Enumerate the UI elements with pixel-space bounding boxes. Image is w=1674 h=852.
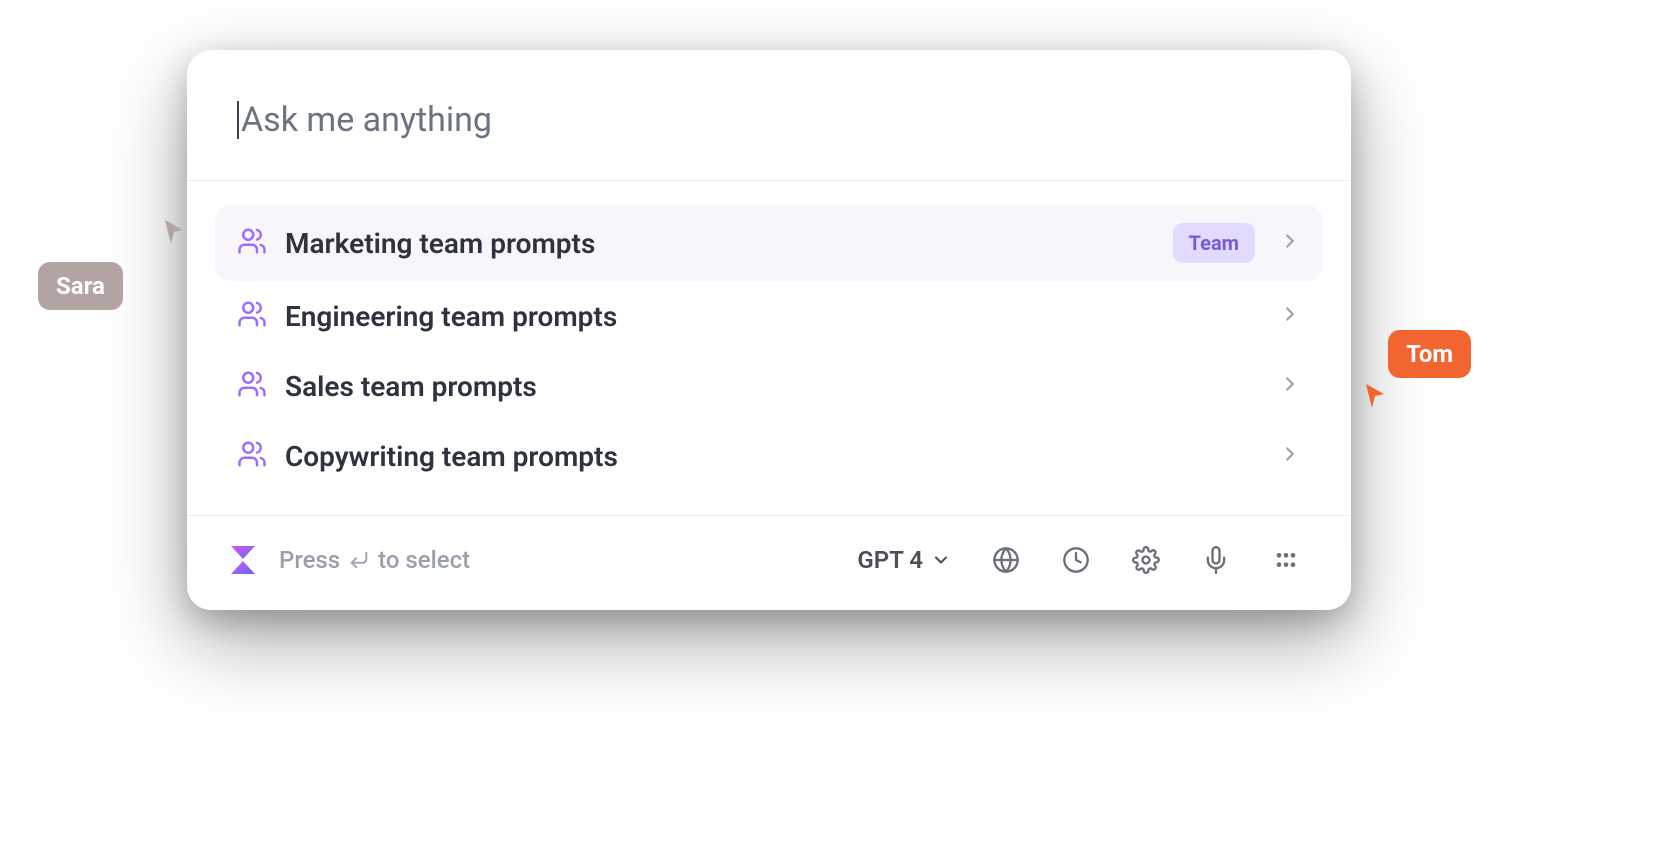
collab-cursor-sara (163, 218, 187, 250)
list-item-marketing[interactable]: Marketing team prompts Team (215, 205, 1323, 281)
collab-badge-sara: Sara (38, 262, 123, 310)
model-selector[interactable]: GPT 4 (857, 546, 951, 574)
settings-button[interactable] (1131, 545, 1161, 575)
list-item-sales[interactable]: Sales team prompts (215, 351, 1323, 421)
chevron-right-icon (1279, 373, 1301, 399)
list-item-engineering[interactable]: Engineering team prompts (215, 281, 1323, 351)
list-item-label: Marketing team prompts (285, 227, 1155, 260)
prompt-list: Marketing team prompts Team Engineering … (187, 181, 1351, 515)
collab-name: Sara (56, 272, 105, 300)
globe-icon (992, 546, 1020, 574)
chevron-right-icon (1279, 443, 1301, 469)
list-item-copywriting[interactable]: Copywriting team prompts (215, 421, 1323, 491)
model-label: GPT 4 (857, 546, 923, 574)
people-icon (237, 226, 267, 260)
clock-icon (1062, 546, 1090, 574)
globe-button[interactable] (991, 545, 1021, 575)
command-panel: Ask me anything Marketing team prompts T… (187, 50, 1351, 610)
input-area: Ask me anything (187, 50, 1351, 181)
collab-badge-tom: Tom (1388, 330, 1471, 378)
hint-text-post: to select (378, 546, 470, 574)
history-button[interactable] (1061, 545, 1091, 575)
chevron-down-icon (931, 550, 951, 570)
text-cursor (237, 101, 239, 139)
team-badge: Team (1173, 223, 1255, 263)
gear-icon (1132, 546, 1160, 574)
more-button[interactable] (1271, 545, 1301, 575)
people-icon (237, 439, 267, 473)
collab-name: Tom (1406, 340, 1453, 368)
people-icon (237, 299, 267, 333)
collab-cursor-tom (1364, 382, 1388, 414)
select-hint: Press to select (279, 546, 470, 574)
prompt-placeholder: Ask me anything (241, 100, 492, 140)
chevron-right-icon (1279, 230, 1301, 256)
microphone-icon (1202, 546, 1230, 574)
voice-button[interactable] (1201, 545, 1231, 575)
list-item-label: Copywriting team prompts (285, 440, 1261, 473)
app-logo-icon (227, 544, 259, 576)
footer-bar: Press to select GPT 4 (187, 515, 1351, 610)
prompt-input[interactable]: Ask me anything (237, 100, 1301, 140)
list-item-label: Engineering team prompts (285, 300, 1261, 333)
chevron-right-icon (1279, 303, 1301, 329)
list-item-label: Sales team prompts (285, 370, 1261, 403)
hint-text-pre: Press (279, 546, 340, 574)
grid-dots-icon (1272, 546, 1300, 574)
enter-key-icon (348, 549, 370, 571)
people-icon (237, 369, 267, 403)
